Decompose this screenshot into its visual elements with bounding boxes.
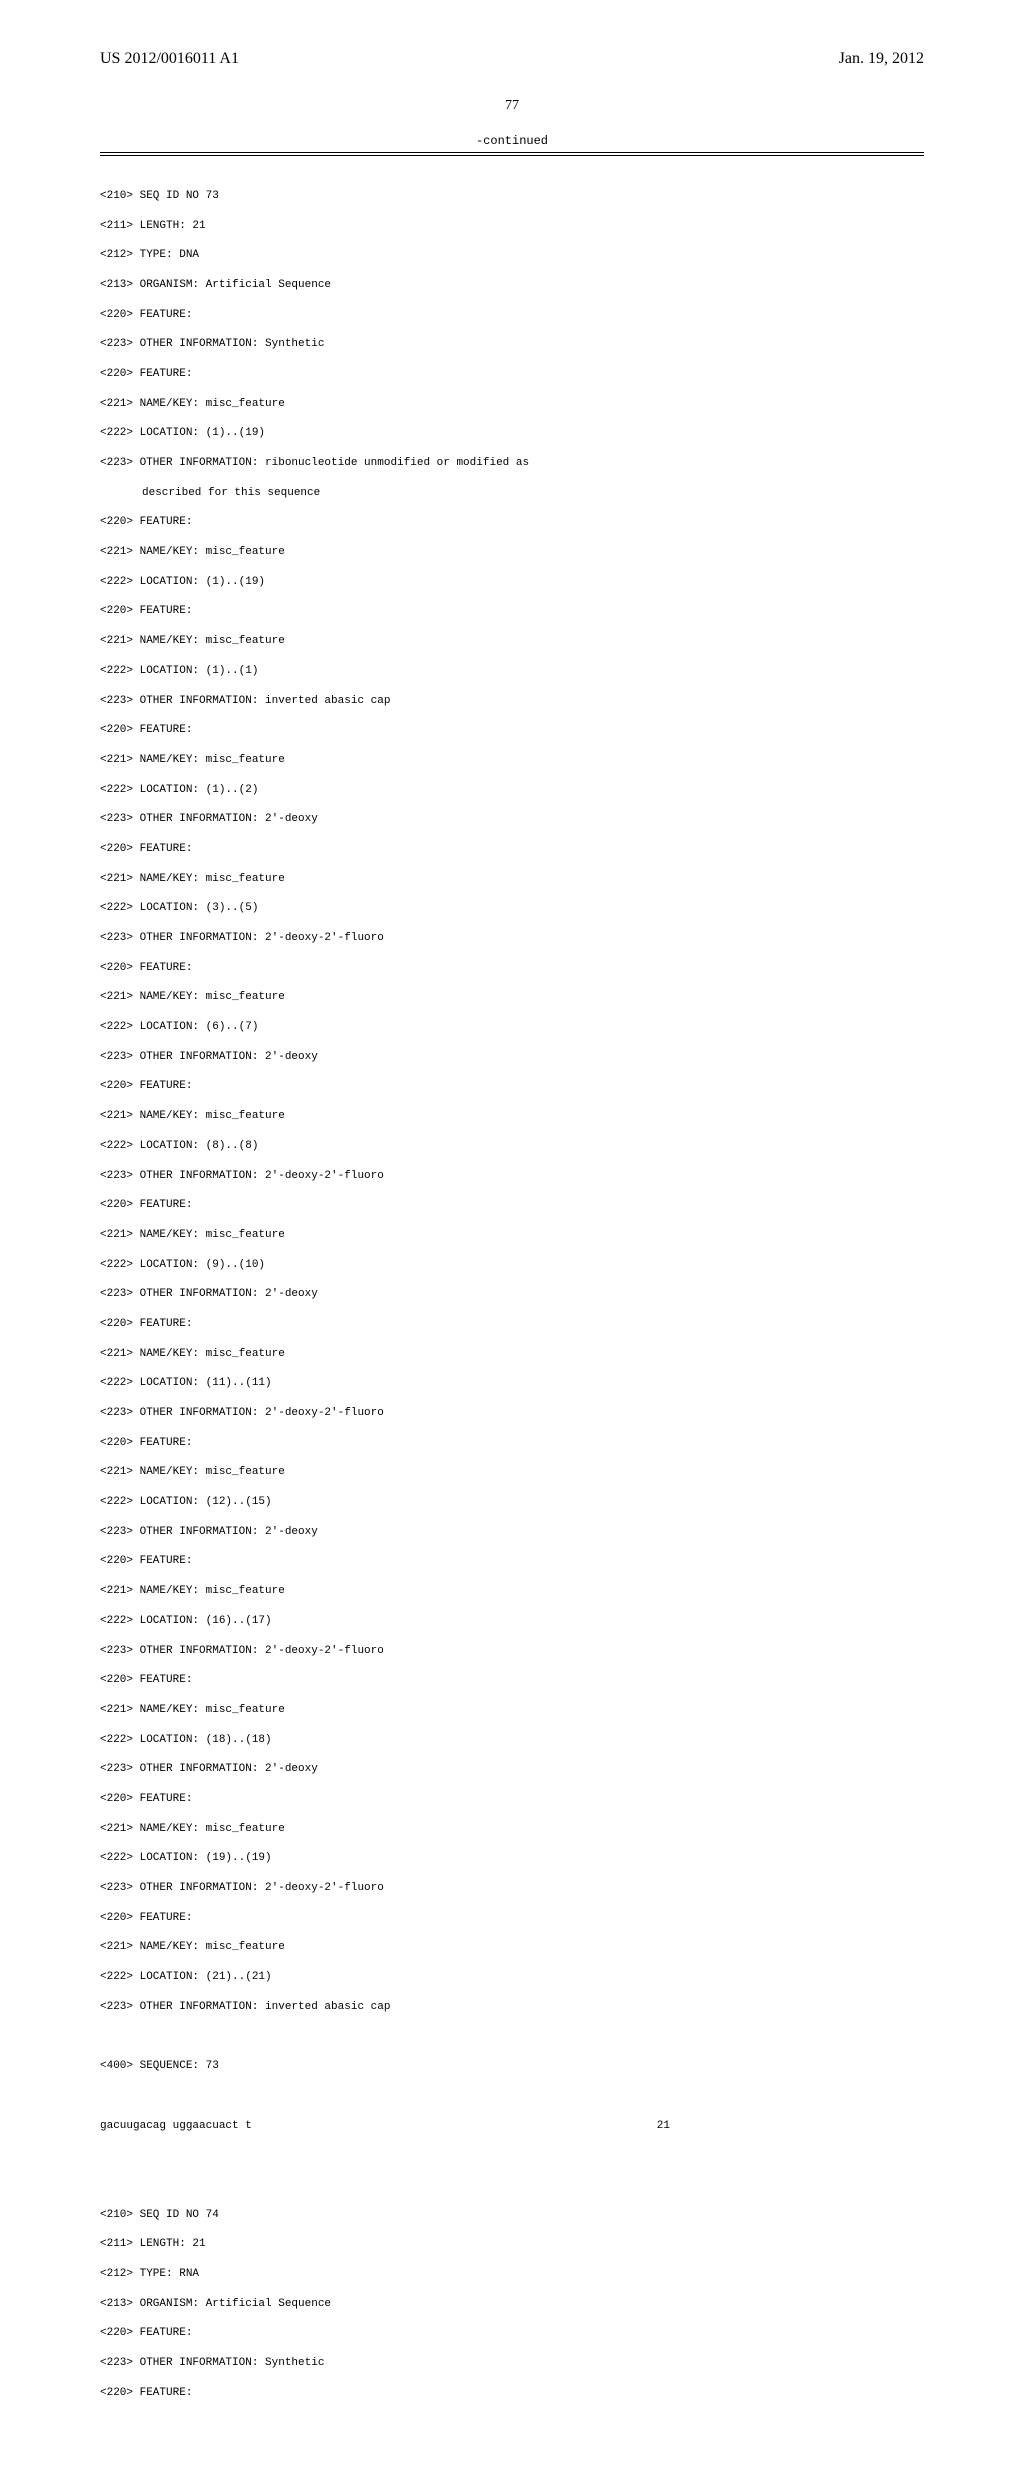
seq-line: <220> FEATURE: bbox=[100, 1198, 924, 1213]
page-number: 77 bbox=[100, 98, 924, 114]
seq-line: <221> NAME/KEY: misc_feature bbox=[100, 1584, 924, 1599]
seq-line: <222> LOCATION: (16)..(17) bbox=[100, 1614, 924, 1629]
seq-line: <223> OTHER INFORMATION: 2'-deoxy bbox=[100, 1050, 924, 1065]
sequence-row: gacuugacag uggaacuact t 21 bbox=[100, 2119, 670, 2134]
seq-line: <222> LOCATION: (9)..(10) bbox=[100, 1258, 924, 1273]
seq-line: <221> NAME/KEY: misc_feature bbox=[100, 872, 924, 887]
seq-line: <223> OTHER INFORMATION: 2'-deoxy-2'-flu… bbox=[100, 1169, 924, 1184]
seq-line: <223> OTHER INFORMATION: 2'-deoxy bbox=[100, 1287, 924, 1302]
seq-line: <220> FEATURE: bbox=[100, 308, 924, 323]
seq-line: <221> NAME/KEY: misc_feature bbox=[100, 634, 924, 649]
seq-line: <221> NAME/KEY: misc_feature bbox=[100, 753, 924, 768]
seq-line: <221> NAME/KEY: misc_feature bbox=[100, 1109, 924, 1124]
seq-blank bbox=[100, 2148, 924, 2163]
seq-line: <222> LOCATION: (6)..(7) bbox=[100, 1020, 924, 1035]
seq-line: <222> LOCATION: (8)..(8) bbox=[100, 1139, 924, 1154]
seq-line: <213> ORGANISM: Artificial Sequence bbox=[100, 278, 924, 293]
seq-line: <222> LOCATION: (1)..(19) bbox=[100, 575, 924, 590]
seq-line: <223> OTHER INFORMATION: 2'-deoxy-2'-flu… bbox=[100, 1406, 924, 1421]
seq-line: <223> OTHER INFORMATION: 2'-deoxy bbox=[100, 1762, 924, 1777]
seq-line: <222> LOCATION: (1)..(19) bbox=[100, 426, 924, 441]
seq-line: <222> LOCATION: (1)..(1) bbox=[100, 664, 924, 679]
seq-line: <220> FEATURE: bbox=[100, 515, 924, 530]
seq-line: <221> NAME/KEY: misc_feature bbox=[100, 990, 924, 1005]
seq-line: <400> SEQUENCE: 73 bbox=[100, 2059, 924, 2074]
seq-line: <223> OTHER INFORMATION: ribonucleotide … bbox=[100, 456, 924, 471]
seq-line: <212> TYPE: RNA bbox=[100, 2267, 924, 2282]
seq-line-indent: described for this sequence bbox=[100, 486, 924, 501]
seq-blank bbox=[100, 2089, 924, 2104]
sequence-text: gacuugacag uggaacuact t bbox=[100, 2119, 252, 2134]
sequence-listing: <210> SEQ ID NO 73 <211> LENGTH: 21 <212… bbox=[100, 174, 924, 2430]
seq-line: <222> LOCATION: (21)..(21) bbox=[100, 1970, 924, 1985]
seq-line: <220> FEATURE: bbox=[100, 723, 924, 738]
seq-line: <220> FEATURE: bbox=[100, 1554, 924, 1569]
seq-line: <220> FEATURE: bbox=[100, 842, 924, 857]
seq-line: <220> FEATURE: bbox=[100, 604, 924, 619]
seq-line: <220> FEATURE: bbox=[100, 367, 924, 382]
seq-line: <212> TYPE: DNA bbox=[100, 248, 924, 263]
seq-line: <223> OTHER INFORMATION: 2'-deoxy bbox=[100, 812, 924, 827]
seq-line: <211> LENGTH: 21 bbox=[100, 2237, 924, 2252]
publication-date: Jan. 19, 2012 bbox=[839, 50, 924, 68]
seq-line: <223> OTHER INFORMATION: inverted abasic… bbox=[100, 694, 924, 709]
seq-line: <223> OTHER INFORMATION: Synthetic bbox=[100, 2356, 924, 2371]
seq-line: <221> NAME/KEY: misc_feature bbox=[100, 1347, 924, 1362]
seq-line: <222> LOCATION: (12)..(15) bbox=[100, 1495, 924, 1510]
seq-line: <220> FEATURE: bbox=[100, 2386, 924, 2401]
seq-line: <221> NAME/KEY: misc_feature bbox=[100, 397, 924, 412]
seq-line: <213> ORGANISM: Artificial Sequence bbox=[100, 2297, 924, 2312]
seq-line: <211> LENGTH: 21 bbox=[100, 219, 924, 234]
seq-line: <223> OTHER INFORMATION: inverted abasic… bbox=[100, 2000, 924, 2015]
seq-line: <221> NAME/KEY: misc_feature bbox=[100, 1465, 924, 1480]
sequence-length: 21 bbox=[657, 2119, 670, 2134]
seq-line: <220> FEATURE: bbox=[100, 1436, 924, 1451]
page-header: US 2012/0016011 A1 Jan. 19, 2012 bbox=[100, 50, 924, 68]
seq-blank bbox=[100, 2029, 924, 2044]
page-container: US 2012/0016011 A1 Jan. 19, 2012 77 -con… bbox=[0, 0, 1024, 2470]
rule-bottom bbox=[100, 155, 924, 156]
seq-line: <223> OTHER INFORMATION: Synthetic bbox=[100, 337, 924, 352]
seq-line: <221> NAME/KEY: misc_feature bbox=[100, 1822, 924, 1837]
continued-label: -continued bbox=[100, 134, 924, 148]
seq-line: <223> OTHER INFORMATION: 2'-deoxy-2'-flu… bbox=[100, 931, 924, 946]
seq-line: <210> SEQ ID NO 74 bbox=[100, 2208, 924, 2223]
seq-blank bbox=[100, 2178, 924, 2193]
seq-line: <222> LOCATION: (19)..(19) bbox=[100, 1851, 924, 1866]
seq-line: <220> FEATURE: bbox=[100, 961, 924, 976]
seq-line: <223> OTHER INFORMATION: 2'-deoxy-2'-flu… bbox=[100, 1644, 924, 1659]
seq-line: <221> NAME/KEY: misc_feature bbox=[100, 1940, 924, 1955]
seq-line: <220> FEATURE: bbox=[100, 1911, 924, 1926]
seq-line: <223> OTHER INFORMATION: 2'-deoxy-2'-flu… bbox=[100, 1881, 924, 1896]
seq-line: <221> NAME/KEY: misc_feature bbox=[100, 1228, 924, 1243]
rule-top bbox=[100, 152, 924, 153]
seq-line: <220> FEATURE: bbox=[100, 1792, 924, 1807]
seq-line: <220> FEATURE: bbox=[100, 1673, 924, 1688]
seq-line: <222> LOCATION: (11)..(11) bbox=[100, 1376, 924, 1391]
seq-line: <220> FEATURE: bbox=[100, 2326, 924, 2341]
seq-line: <222> LOCATION: (18)..(18) bbox=[100, 1733, 924, 1748]
seq-line: <223> OTHER INFORMATION: 2'-deoxy bbox=[100, 1525, 924, 1540]
seq-line: <220> FEATURE: bbox=[100, 1317, 924, 1332]
publication-number: US 2012/0016011 A1 bbox=[100, 50, 239, 68]
seq-line: <222> LOCATION: (3)..(5) bbox=[100, 901, 924, 916]
seq-line: <220> FEATURE: bbox=[100, 1079, 924, 1094]
seq-line: <222> LOCATION: (1)..(2) bbox=[100, 783, 924, 798]
seq-line: <210> SEQ ID NO 73 bbox=[100, 189, 924, 204]
seq-line: <221> NAME/KEY: misc_feature bbox=[100, 545, 924, 560]
seq-line: <221> NAME/KEY: misc_feature bbox=[100, 1703, 924, 1718]
